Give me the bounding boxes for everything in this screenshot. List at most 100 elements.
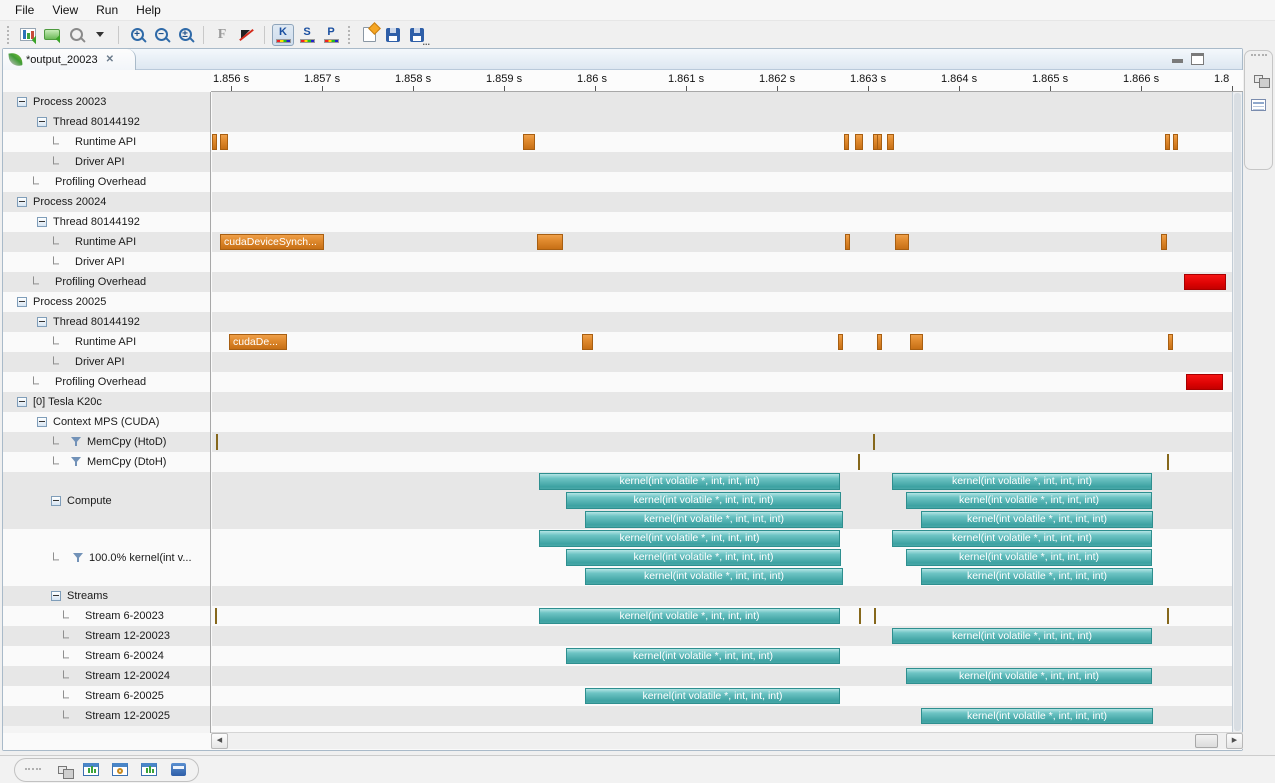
find-button[interactable]: [65, 24, 87, 46]
kernel-bar[interactable]: kernel(int volatile *, int, int, int): [906, 492, 1152, 509]
details-view-icon[interactable]: [110, 760, 130, 780]
tree-row-profiling-overhead-20023[interactable]: Profiling Overhead: [3, 172, 210, 192]
kernel-bar[interactable]: kernel(int volatile *, int, int, int): [921, 511, 1153, 528]
tree-row-compute-kernel-100[interactable]: 100.0% kernel(int v...: [3, 529, 210, 586]
runtime-api-bar[interactable]: [887, 134, 894, 150]
tree-row-memcpy-htod[interactable]: MemCpy (HtoD): [3, 432, 210, 452]
strip-drag-handle[interactable]: [1251, 54, 1267, 58]
analysis-view-icon[interactable]: [81, 760, 101, 780]
runtime-api-bar[interactable]: [1165, 134, 1170, 150]
kernel-bar[interactable]: kernel(int volatile *, int, int, int): [585, 568, 843, 585]
runtime-api-bar[interactable]: cudaDe...: [229, 334, 287, 350]
scroll-right-arrow[interactable]: ▶: [1226, 733, 1243, 749]
color-by-process-button[interactable]: P: [320, 24, 342, 46]
expander-icon[interactable]: [17, 197, 27, 207]
expander-icon[interactable]: [17, 397, 27, 407]
tree-row-thread-80144192-20023[interactable]: Thread 80144192: [3, 112, 210, 132]
runtime-api-bar[interactable]: [1161, 234, 1167, 250]
runtime-api-bar[interactable]: [845, 234, 850, 250]
tree-row-stream-6-20025[interactable]: Stream 6-20025: [3, 686, 210, 706]
minimize-icon[interactable]: [1172, 59, 1183, 63]
runtime-api-bar[interactable]: [1173, 134, 1178, 150]
tab-output-20023[interactable]: *output_20023 ✕: [3, 49, 136, 70]
profiling-overhead-bar[interactable]: [1184, 274, 1226, 290]
kernel-bar[interactable]: kernel(int volatile *, int, int, int): [539, 608, 840, 624]
tree-row-process-20023[interactable]: Process 20023: [3, 92, 210, 112]
memcpy-tick[interactable]: [873, 434, 875, 450]
runtime-api-bar[interactable]: [910, 334, 923, 350]
tree-row-driver-api-20023[interactable]: Driver API: [3, 152, 210, 172]
tree-row-stream-6-20024[interactable]: Stream 6-20024: [3, 646, 210, 666]
menu-item-file[interactable]: File: [6, 1, 43, 19]
kernel-bar[interactable]: kernel(int volatile *, int, int, int): [906, 549, 1152, 566]
expander-icon[interactable]: [37, 417, 47, 427]
tree-row-compute[interactable]: Compute: [3, 472, 210, 529]
tree-row-process-20025[interactable]: Process 20025: [3, 292, 210, 312]
memcpy-tick[interactable]: [216, 434, 218, 450]
runtime-api-bar[interactable]: [212, 134, 217, 150]
settings-view-icon[interactable]: [139, 760, 159, 780]
flag-range-button[interactable]: F: [211, 24, 233, 46]
runtime-api-bar[interactable]: [895, 234, 909, 250]
memcpy-tick[interactable]: [858, 454, 860, 470]
runtime-api-bar[interactable]: [877, 134, 882, 150]
kernel-bar[interactable]: kernel(int volatile *, int, int, int): [892, 530, 1152, 547]
runtime-api-bar[interactable]: cudaDeviceSynch...: [220, 234, 324, 250]
expander-icon[interactable]: [17, 97, 27, 107]
kernel-bar[interactable]: kernel(int volatile *, int, int, int): [566, 549, 841, 566]
vertical-scrollbar[interactable]: [1232, 92, 1242, 733]
runtime-api-bar[interactable]: [582, 334, 593, 350]
expander-icon[interactable]: [17, 297, 27, 307]
tree-row-profiling-overhead-20024[interactable]: Profiling Overhead: [3, 272, 210, 292]
console-view-icon[interactable]: [168, 760, 188, 780]
new-session-button[interactable]: [358, 24, 380, 46]
timeline-ruler[interactable]: 1.856 s1.857 s1.858 s1.859 s1.86 s1.861 …: [211, 70, 1243, 92]
tree-row-thread-80144192-20024[interactable]: Thread 80144192: [3, 212, 210, 232]
properties-table-icon[interactable]: [1249, 95, 1269, 115]
runtime-api-bar[interactable]: [1168, 334, 1173, 350]
expander-icon[interactable]: [37, 117, 47, 127]
tree-row-runtime-api-20025[interactable]: Runtime API: [3, 332, 210, 352]
kernel-bar[interactable]: kernel(int volatile *, int, int, int): [585, 511, 843, 528]
menu-item-view[interactable]: View: [43, 1, 87, 19]
vertical-scrollbar-thumb[interactable]: [1234, 93, 1241, 731]
tree-row-runtime-api-20023[interactable]: Runtime API: [3, 132, 210, 152]
menu-item-help[interactable]: Help: [127, 1, 170, 19]
memcpy-tick[interactable]: [1167, 454, 1169, 470]
close-icon[interactable]: ✕: [104, 54, 116, 66]
marker-button[interactable]: [235, 24, 257, 46]
zoom-out-button[interactable]: −: [150, 24, 172, 46]
kernel-bar[interactable]: kernel(int volatile *, int, int, int): [892, 628, 1152, 644]
runtime-api-bar[interactable]: [537, 234, 563, 250]
runtime-api-bar[interactable]: [844, 134, 849, 150]
kernel-bar[interactable]: kernel(int volatile *, int, int, int): [921, 568, 1153, 585]
segment-mode-button[interactable]: [41, 24, 63, 46]
kernel-bar[interactable]: kernel(int volatile *, int, int, int): [892, 473, 1152, 490]
tree-row-memcpy-dtoh[interactable]: MemCpy (DtoH): [3, 452, 210, 472]
tree-row-context-mps-cuda[interactable]: Context MPS (CUDA): [3, 412, 210, 432]
tree-row-stream-12-20024[interactable]: Stream 12-20024: [3, 666, 210, 686]
memcpy-tick[interactable]: [859, 608, 861, 624]
tree-row-profiling-overhead-20025[interactable]: Profiling Overhead: [3, 372, 210, 392]
tree-row-gpu-tesla-k20c[interactable]: [0] Tesla K20c: [3, 392, 210, 412]
horizontal-scrollbar-thumb[interactable]: [1195, 734, 1218, 748]
menu-item-run[interactable]: Run: [87, 1, 127, 19]
kernel-bar[interactable]: kernel(int volatile *, int, int, int): [921, 708, 1153, 724]
runtime-api-bar[interactable]: [855, 134, 863, 150]
restore-panel-icon[interactable]: [1249, 69, 1269, 89]
memcpy-tick[interactable]: [1167, 608, 1169, 624]
zoom-fit-button[interactable]: ±: [174, 24, 196, 46]
color-by-stream-button[interactable]: S: [296, 24, 318, 46]
kernel-bar[interactable]: kernel(int volatile *, int, int, int): [539, 473, 840, 490]
tree-row-driver-api-20025[interactable]: Driver API: [3, 352, 210, 372]
kernel-bar[interactable]: kernel(int volatile *, int, int, int): [906, 668, 1152, 684]
expander-icon[interactable]: [37, 317, 47, 327]
save-button[interactable]: [382, 24, 404, 46]
runtime-api-bar[interactable]: [838, 334, 843, 350]
color-by-kernel-button[interactable]: K: [272, 24, 294, 46]
tree-row-process-20024[interactable]: Process 20024: [3, 192, 210, 212]
tree-row-stream-6-20023[interactable]: Stream 6-20023: [3, 606, 210, 626]
analyze-button[interactable]: [17, 24, 39, 46]
memcpy-tick[interactable]: [215, 608, 217, 624]
runtime-api-bar[interactable]: [523, 134, 535, 150]
